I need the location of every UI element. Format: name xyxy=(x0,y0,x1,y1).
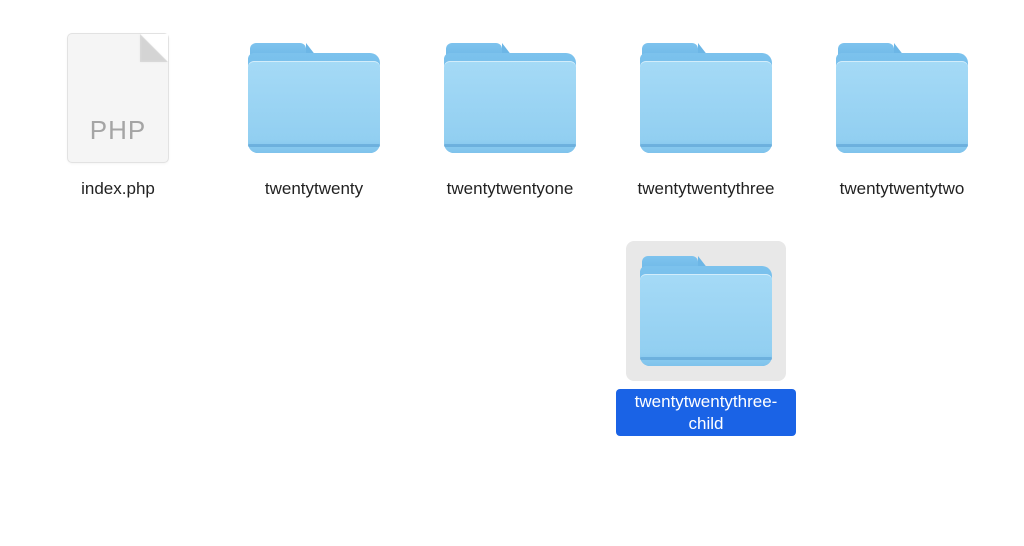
folder-item[interactable]: twentytwentytwo xyxy=(804,28,1000,201)
file-icon-grid: PHP index.php twentytwenty twentytwentyo… xyxy=(0,0,1024,504)
folder-icon xyxy=(244,43,384,153)
folder-icon xyxy=(636,256,776,366)
folder-icon-wrap xyxy=(626,241,786,381)
folder-label: twentytwentythree xyxy=(629,176,782,201)
folder-icon-wrap xyxy=(626,28,786,168)
folder-item[interactable]: twentytwentyone xyxy=(412,28,608,201)
folder-label: twentytwenty xyxy=(257,176,371,201)
grid-spacer xyxy=(216,241,412,242)
folder-label: twentytwentythree-child xyxy=(616,389,796,436)
folder-icon-wrap xyxy=(822,28,982,168)
grid-spacer xyxy=(20,241,216,242)
folder-item-selected[interactable]: twentytwentythree-child xyxy=(608,241,804,436)
folder-icon xyxy=(440,43,580,153)
folder-icon xyxy=(832,43,972,153)
page-fold-icon xyxy=(140,34,168,62)
folder-label: twentytwentytwo xyxy=(832,176,973,201)
file-type-label: PHP xyxy=(90,115,146,146)
file-icon-wrap: PHP xyxy=(38,28,198,168)
grid-spacer xyxy=(412,241,608,242)
folder-label: twentytwentyone xyxy=(439,176,582,201)
folder-icon xyxy=(636,43,776,153)
folder-icon-wrap xyxy=(430,28,590,168)
php-file-icon: PHP xyxy=(68,34,168,162)
folder-icon-wrap xyxy=(234,28,394,168)
file-item[interactable]: PHP index.php xyxy=(20,28,216,201)
file-label: index.php xyxy=(73,176,163,201)
folder-item[interactable]: twentytwenty xyxy=(216,28,412,201)
folder-item[interactable]: twentytwentythree xyxy=(608,28,804,201)
